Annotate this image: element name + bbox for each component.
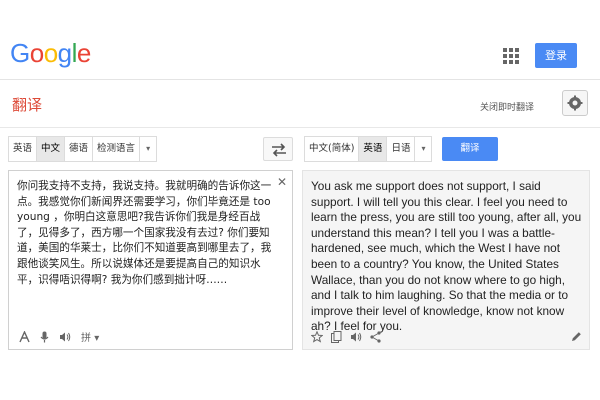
source-toolbar: 拼 ▾ <box>19 330 109 349</box>
source-language-bar: 英语 中文 德语 检测语言 ▾ <box>8 136 158 162</box>
copy-icon[interactable] <box>331 331 342 349</box>
logo-letter: o <box>29 38 44 68</box>
target-lang-english[interactable]: 英语 <box>358 136 387 162</box>
edit-pencil-icon[interactable] <box>571 331 582 345</box>
swap-arrows-icon <box>272 143 286 157</box>
translation-text: You ask me support does not support, I s… <box>311 179 582 334</box>
page-title: 翻译 <box>12 96 43 114</box>
target-language-bar: 中文(简体) 英语 日语 ▾ <box>304 136 433 162</box>
chevron-down-icon[interactable]: ▾ <box>414 136 433 162</box>
close-icon[interactable]: ✕ <box>277 175 287 189</box>
settings-button[interactable] <box>562 90 588 116</box>
speaker-icon[interactable] <box>59 331 71 349</box>
logo-letter: G <box>10 38 30 68</box>
logo-letter: o <box>43 38 58 68</box>
swap-languages-button[interactable] <box>263 137 293 161</box>
gear-icon <box>567 95 583 111</box>
apps-grid-icon[interactable] <box>503 48 519 64</box>
source-lang-chinese[interactable]: 中文 <box>36 136 65 162</box>
output-toolbar <box>310 330 582 349</box>
handwriting-icon[interactable] <box>19 330 30 349</box>
logo-letter: g <box>57 38 72 68</box>
translate-subheader: 翻译 关闭即时翻译 <box>0 80 600 128</box>
input-tools-label: 拼 <box>81 333 91 344</box>
input-tools-button[interactable]: 拼 ▾ <box>81 331 99 347</box>
turn-off-instant-translation-link[interactable]: 关闭即时翻译 <box>480 100 534 113</box>
chevron-down-icon[interactable]: ▾ <box>139 136 158 162</box>
speaker-icon[interactable] <box>350 331 362 349</box>
source-lang-english[interactable]: 英语 <box>8 136 37 162</box>
share-icon[interactable] <box>370 331 381 349</box>
source-text-area[interactable]: 你问我支持不支持，我说支持。我就明确的告诉你这一点。我感觉你们新闻界还需要学习，… <box>8 170 293 350</box>
target-lang-chinese-simplified[interactable]: 中文(简体) <box>304 136 359 162</box>
translate-button[interactable]: 翻译 <box>442 137 498 161</box>
source-lang-detect[interactable]: 检测语言 <box>92 136 140 162</box>
source-text[interactable]: 你问我支持不支持，我说支持。我就明确的告诉你这一点。我感觉你们新闻界还需要学习，… <box>17 179 279 288</box>
top-header: Google 登录 <box>0 0 600 80</box>
microphone-icon[interactable] <box>40 331 49 349</box>
translation-output-area: You ask me support does not support, I s… <box>302 170 590 350</box>
logo-letter: e <box>76 38 91 68</box>
chevron-down-icon: ▾ <box>94 333 100 344</box>
sign-in-button[interactable]: 登录 <box>535 43 577 68</box>
target-lang-japanese[interactable]: 日语 <box>386 136 415 162</box>
source-lang-german[interactable]: 德语 <box>64 136 93 162</box>
google-logo[interactable]: Google <box>10 38 91 68</box>
star-icon[interactable] <box>310 330 324 349</box>
